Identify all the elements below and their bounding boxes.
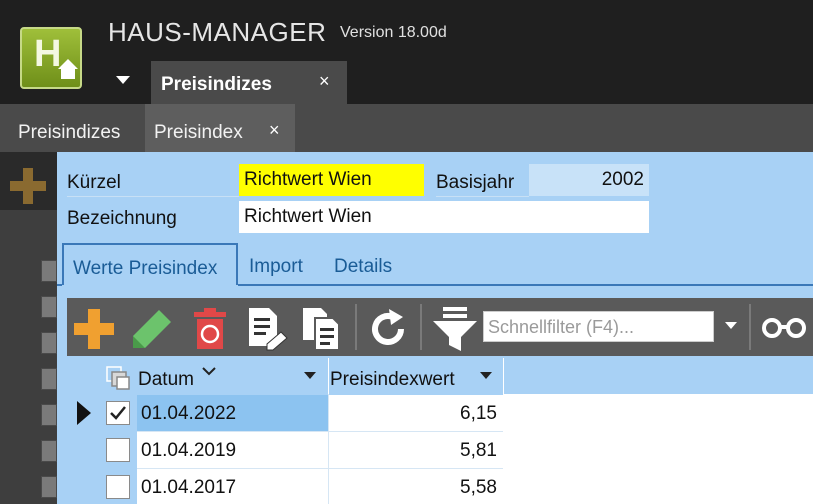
row-checkbox[interactable] [106, 401, 130, 425]
toolbar-separator [749, 304, 751, 350]
copy-document-icon[interactable] [299, 306, 345, 352]
table-cell-wert[interactable]: 5,58 [329, 469, 503, 504]
row-divider [137, 468, 503, 469]
side-row-stub[interactable] [41, 260, 57, 282]
sort-chevron-icon[interactable] [202, 366, 216, 376]
tab-preisindizes-top[interactable]: Preisindizes × [151, 61, 347, 104]
table-cell-datum[interactable]: 01.04.2019 [137, 432, 328, 469]
tab-preisindizes[interactable]: Preisindizes [0, 104, 145, 152]
side-row-stub[interactable] [41, 440, 57, 462]
add-icon[interactable] [72, 307, 116, 351]
tab-import[interactable]: Import [240, 243, 320, 285]
add-icon-side-v [23, 168, 33, 204]
side-row-stub[interactable] [41, 368, 57, 390]
table-cell-wert[interactable]: 5,81 [329, 432, 503, 469]
select-all-icon[interactable] [106, 366, 134, 390]
tab-label: Preisindex [154, 122, 243, 143]
wert-filter-dropdown-icon[interactable] [480, 372, 492, 379]
main-menu-dropdown-icon[interactable] [116, 76, 130, 84]
kuerzel-label: Kürzel [67, 172, 121, 193]
app-logo-icon[interactable]: H [20, 27, 82, 89]
refresh-icon[interactable] [367, 307, 411, 351]
tab-label: Import [249, 256, 303, 277]
document-tab-bar: Preisindizes Preisindex × [0, 104, 813, 152]
column-separator [503, 358, 504, 394]
logo-letter: H [34, 33, 62, 75]
bezeichnung-label: Bezeichnung [67, 208, 177, 229]
toolbar-separator [420, 304, 422, 350]
title-bar [0, 0, 813, 104]
current-row-indicator-icon [77, 401, 91, 425]
app-version: Version 18.00d [340, 24, 447, 41]
column-divider [328, 394, 329, 504]
side-row-stub[interactable] [41, 476, 57, 498]
row-divider [137, 431, 503, 432]
tab-label: Preisindizes [161, 74, 272, 95]
basisjahr-field[interactable]: 2002 [529, 164, 649, 196]
side-row-stub[interactable] [41, 404, 57, 426]
filter-icon[interactable] [431, 305, 479, 353]
row-checkbox[interactable] [106, 438, 130, 462]
close-icon[interactable]: × [319, 71, 330, 92]
edit-pencil-icon[interactable] [129, 306, 175, 352]
check-icon [110, 406, 126, 420]
app-title: HAUS-MANAGER [108, 17, 327, 47]
label-underline [67, 196, 239, 197]
tab-label: Werte Preisindex [73, 258, 218, 279]
tab-details[interactable]: Details [325, 243, 405, 285]
grid-empty-area [503, 394, 813, 504]
edit-document-icon[interactable] [245, 306, 291, 352]
column-separator [328, 358, 329, 394]
filter-dropdown-icon[interactable] [725, 322, 737, 329]
tab-label: Preisindizes [18, 122, 121, 143]
row-checkbox[interactable] [106, 475, 130, 499]
close-icon[interactable]: × [269, 120, 280, 141]
delete-trash-icon[interactable] [190, 306, 230, 352]
tab-preisindex[interactable]: Preisindex × [145, 104, 295, 152]
toolbar-separator [355, 304, 357, 350]
bezeichnung-field[interactable]: Richtwert Wien [239, 201, 649, 233]
tab-label: Details [334, 256, 393, 277]
kuerzel-field[interactable]: Richtwert Wien [239, 164, 424, 196]
logo-house-body [61, 69, 75, 79]
side-row-stub[interactable] [41, 332, 57, 354]
label-underline [436, 196, 529, 197]
tab-strip-line [238, 284, 813, 286]
tab-werte-preisindex[interactable]: Werte Preisindex [62, 243, 238, 285]
quick-filter-input[interactable]: Schnellfilter (F4)... [483, 311, 714, 342]
table-cell-datum[interactable]: 01.04.2017 [137, 469, 328, 504]
tab-strip-line [57, 284, 62, 286]
datum-filter-dropdown-icon[interactable] [304, 372, 316, 379]
logo-house-roof [58, 59, 78, 69]
glasses-icon[interactable] [761, 314, 807, 340]
basisjahr-label: Basisjahr [436, 172, 515, 193]
table-cell-wert[interactable]: 6,15 [329, 395, 503, 432]
table-cell-datum[interactable]: 01.04.2022 [137, 395, 328, 432]
side-row-stub[interactable] [41, 296, 57, 318]
